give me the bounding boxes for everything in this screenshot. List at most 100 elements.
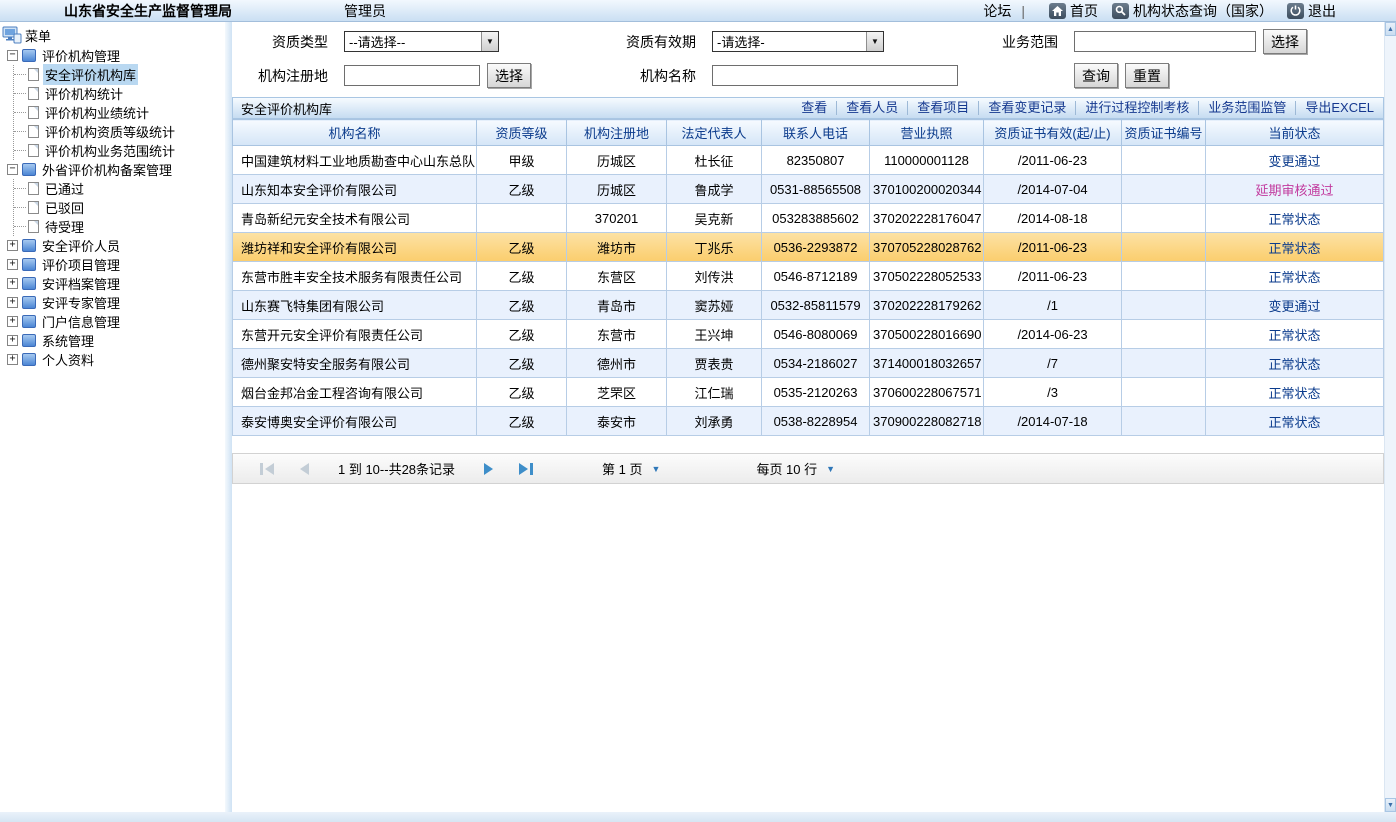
sidebar-leaf[interactable]: 安全评价机构库 [14,65,225,84]
column-header[interactable]: 资质证书有效(起/止) [984,120,1122,146]
expand-icon[interactable]: + [7,259,18,270]
org-status-query-label[interactable]: 机构状态查询（国家） [1133,1,1273,21]
vertical-scrollbar[interactable]: ▲ ▼ [1384,22,1396,812]
next-page-button[interactable] [484,463,493,475]
reg-place-select-button[interactable]: 选择 [487,63,531,88]
sidebar-leaf[interactable]: 评价机构统计 [14,84,225,103]
sidebar-node[interactable]: + 个人资料 [0,350,225,369]
toolbar-button[interactable]: 查看人员 [837,97,907,119]
sidebar-node-label[interactable]: 个人资料 [40,349,96,370]
column-header[interactable]: 当前状态 [1206,120,1384,146]
sidebar-node-label[interactable]: 门户信息管理 [40,311,122,332]
chevron-down-icon[interactable]: ▼ [481,32,498,51]
sidebar-node-label[interactable]: 评价机构管理 [40,45,122,66]
table-row[interactable]: 泰安博奥安全评价有限公司乙级泰安市刘承勇0538-822895437090022… [233,407,1384,436]
sidebar-leaf[interactable]: 已通过 [14,179,225,198]
sidebar-leaf-label[interactable]: 已通过 [43,178,86,199]
sidebar-node[interactable]: + 评价项目管理 [0,255,225,274]
sidebar-node[interactable]: + 门户信息管理 [0,312,225,331]
qual-validity-select[interactable]: -请选择- ▼ [712,31,884,52]
toolbar-button[interactable]: 查看项目 [908,97,978,119]
sidebar-node-label[interactable]: 安评专家管理 [40,292,122,313]
sidebar-node[interactable]: + 安评专家管理 [0,293,225,312]
expand-icon[interactable]: + [7,335,18,346]
sidebar-node[interactable]: + 系统管理 [0,331,225,350]
scroll-up-icon[interactable]: ▲ [1385,22,1396,36]
sidebar-leaf-label[interactable]: 评价机构统计 [43,83,125,104]
sidebar-leaf-label[interactable]: 评价机构业绩统计 [43,102,151,123]
table-row[interactable]: 东营市胜丰安全技术服务有限责任公司乙级东营区刘传洪0546-8712189370… [233,262,1384,291]
logout-label[interactable]: 退出 [1308,1,1336,21]
column-header[interactable]: 联系人电话 [762,120,870,146]
expand-icon[interactable]: + [7,354,18,365]
sidebar-leaf-label[interactable]: 评价机构资质等级统计 [43,121,177,142]
table-row[interactable]: 德州聚安特安全服务有限公司乙级德州市贾表贵0534-21860273714000… [233,349,1384,378]
table-cell: 乙级 [477,175,567,204]
home-link[interactable]: 首页 [1049,1,1098,21]
toolbar-button[interactable]: 业务范围监管 [1199,97,1295,119]
business-scope-input[interactable] [1074,31,1256,52]
sidebar-node-label[interactable]: 系统管理 [40,330,96,351]
table-row[interactable]: 山东赛飞特集团有限公司乙级青岛市窦苏娅0532-8581157937020222… [233,291,1384,320]
column-header[interactable]: 资质证书编号 [1122,120,1206,146]
sidebar-node-label[interactable]: 安评档案管理 [40,273,122,294]
sidebar-leaf[interactable]: 待受理 [14,217,225,236]
toolbar-button[interactable]: 进行过程控制考核 [1076,97,1198,119]
column-header[interactable]: 法定代表人 [667,120,762,146]
column-header[interactable]: 机构注册地 [567,120,667,146]
table-cell: 杜长征 [667,146,762,175]
column-header[interactable]: 营业执照 [870,120,984,146]
reg-place-input[interactable] [344,65,480,86]
sidebar-leaf-label[interactable]: 安全评价机构库 [43,64,138,85]
sidebar-node-label[interactable]: 外省评价机构备案管理 [40,159,174,180]
sidebar-node[interactable]: − 外省评价机构备案管理 [0,160,225,179]
sidebar-node-label[interactable]: 评价项目管理 [40,254,122,275]
org-status-query-link[interactable]: 机构状态查询（国家） [1112,1,1273,21]
collapse-icon[interactable]: − [7,50,18,61]
table-cell: 东营市 [567,320,667,349]
table-row[interactable]: 山东知本安全评价有限公司乙级历城区鲁成学0531-885655083701002… [233,175,1384,204]
table-row[interactable]: 东营开元安全评价有限责任公司乙级东营市王兴坤0546-8080069370500… [233,320,1384,349]
first-page-button[interactable] [260,463,274,475]
sidebar-leaf[interactable]: 评价机构业绩统计 [14,103,225,122]
sidebar-splitter[interactable] [225,22,232,812]
qual-type-select[interactable]: --请选择-- ▼ [344,31,499,52]
expand-icon[interactable]: + [7,297,18,308]
page-size-select[interactable]: 每页 10 行 ▼ [756,459,835,478]
forum-link[interactable]: 论坛 [983,1,1011,21]
expand-icon[interactable]: + [7,240,18,251]
table-row[interactable]: 中国建筑材料工业地质勘查中心山东总队甲级历城区杜长征82350807110000… [233,146,1384,175]
expand-icon[interactable]: + [7,316,18,327]
sidebar-node[interactable]: + 安全评价人员 [0,236,225,255]
table-row[interactable]: 潍坊祥和安全评价有限公司乙级潍坊市丁兆乐0536-229387237070522… [233,233,1384,262]
sidebar-leaf[interactable]: 评价机构资质等级统计 [14,122,225,141]
sidebar-node[interactable]: − 评价机构管理 [0,46,225,65]
column-header[interactable]: 资质等级 [477,120,567,146]
sidebar-node-label[interactable]: 安全评价人员 [40,235,122,256]
sidebar-leaf-label[interactable]: 评价机构业务范围统计 [43,140,177,161]
query-button[interactable]: 查询 [1074,63,1118,88]
page-select[interactable]: 第 1 页 ▼ [602,459,660,478]
table-row[interactable]: 青岛新纪元安全技术有限公司370201吴克新053283885602370202… [233,204,1384,233]
chevron-down-icon[interactable]: ▼ [866,32,883,51]
collapse-icon[interactable]: − [7,164,18,175]
toolbar-button[interactable]: 导出EXCEL [1296,97,1383,119]
column-header[interactable]: 机构名称 [233,120,477,146]
home-link-label[interactable]: 首页 [1070,1,1098,21]
toolbar-button[interactable]: 查看变更记录 [979,97,1075,119]
org-name-input[interactable] [712,65,958,86]
prev-page-button[interactable] [300,463,309,475]
table-row[interactable]: 烟台金邦冶金工程咨询有限公司乙级芝罘区江仁瑞0535-2120263370600… [233,378,1384,407]
sidebar-leaf[interactable]: 已驳回 [14,198,225,217]
toolbar-button[interactable]: 查看 [792,97,836,119]
sidebar-leaf[interactable]: 评价机构业务范围统计 [14,141,225,160]
sidebar-leaf-label[interactable]: 待受理 [43,216,86,237]
business-scope-select-button[interactable]: 选择 [1263,29,1307,54]
last-page-button[interactable] [519,463,533,475]
logout-link[interactable]: 退出 [1287,1,1336,21]
scroll-down-icon[interactable]: ▼ [1385,798,1396,812]
expand-icon[interactable]: + [7,278,18,289]
reset-button[interactable]: 重置 [1125,63,1169,88]
sidebar-node[interactable]: + 安评档案管理 [0,274,225,293]
sidebar-leaf-label[interactable]: 已驳回 [43,197,86,218]
